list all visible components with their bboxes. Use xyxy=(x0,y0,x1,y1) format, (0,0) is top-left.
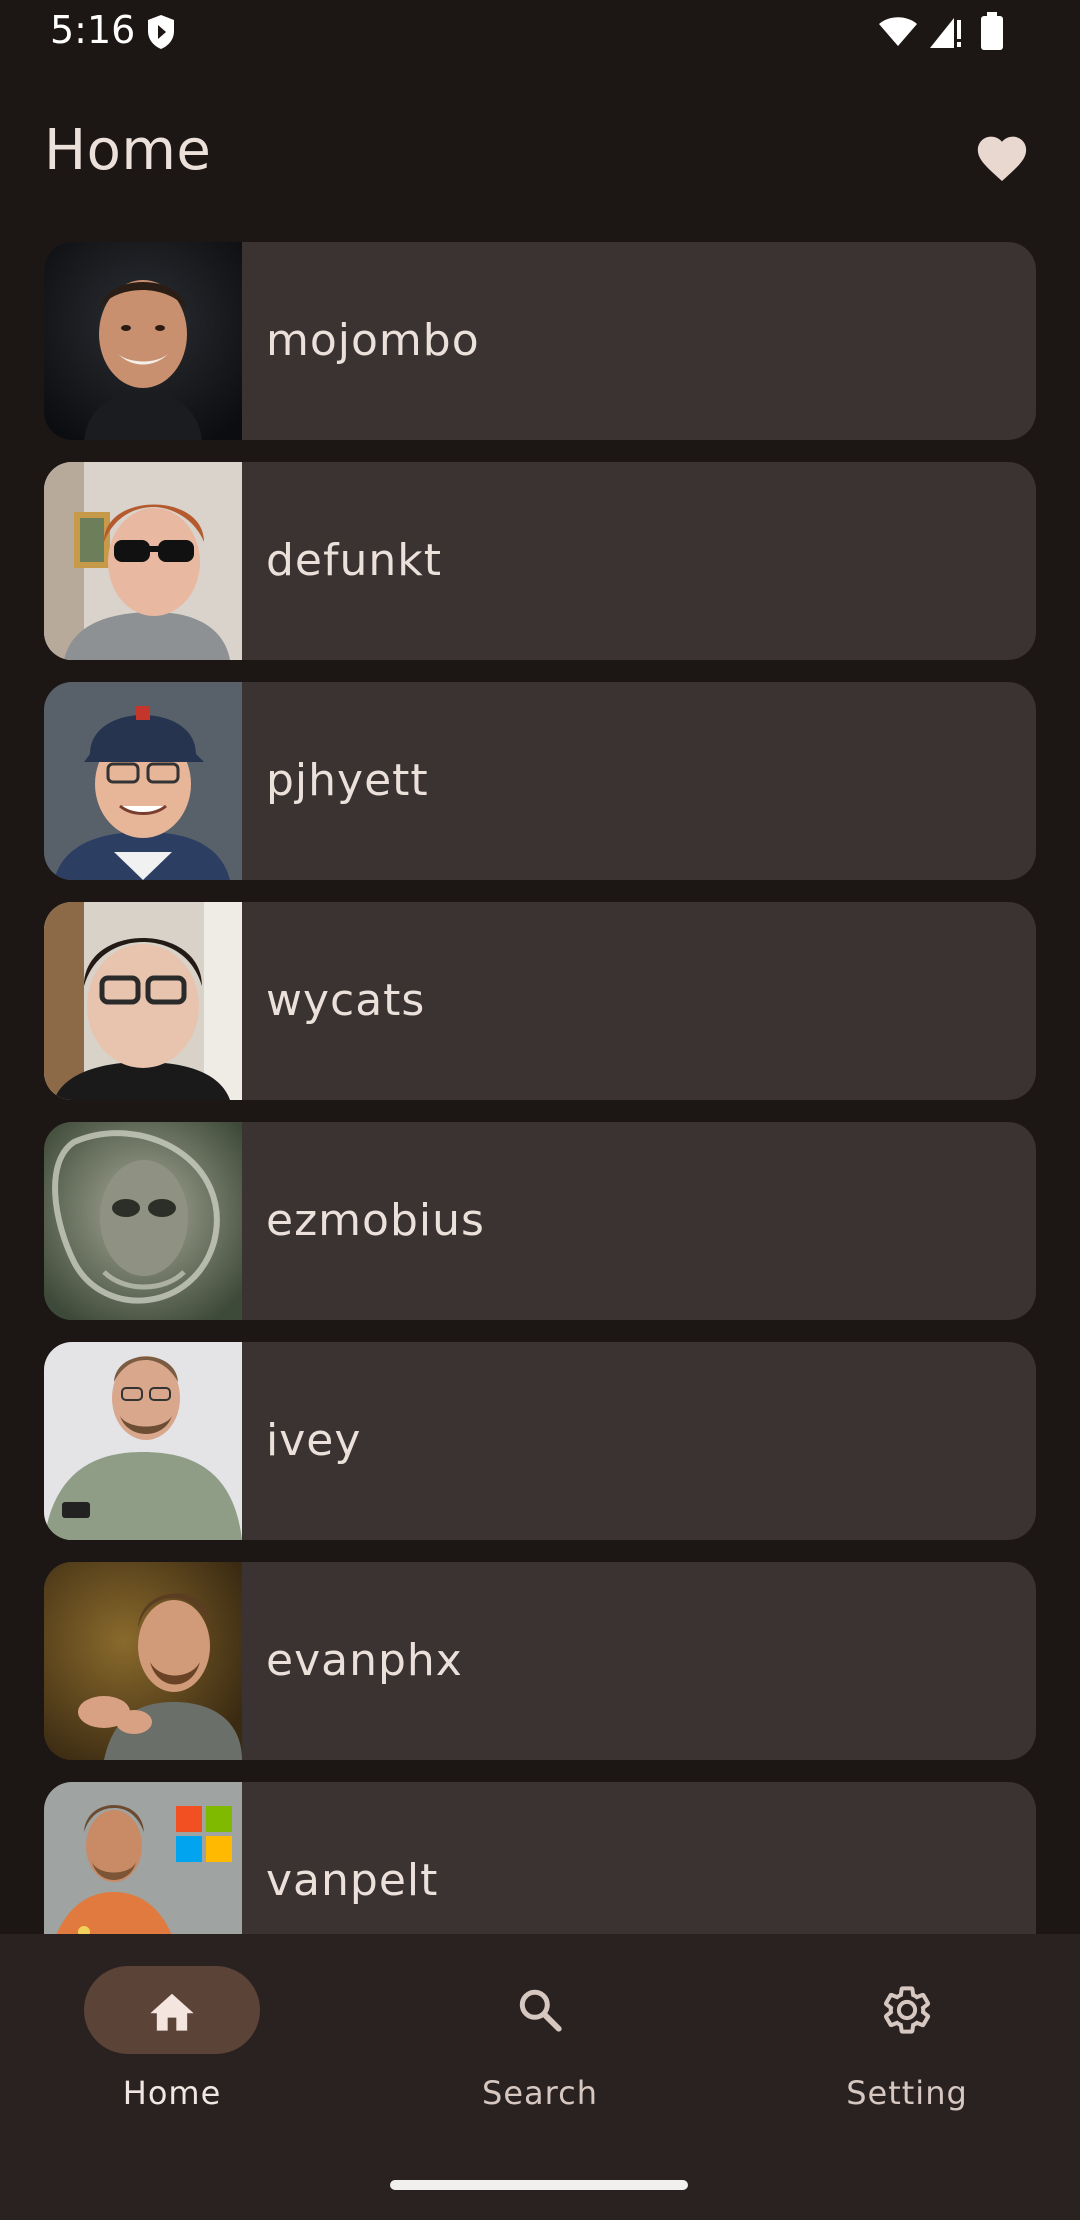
nav-item-home[interactable]: Home xyxy=(52,1966,292,2126)
user-login: defunkt xyxy=(266,535,442,586)
user-list[interactable]: mojombo defunkt pjhyett wycats ezmobius … xyxy=(44,242,1036,1934)
app-bar: Home xyxy=(0,100,1080,210)
search-icon xyxy=(519,1989,562,2032)
status-time: 5:16 xyxy=(50,8,136,52)
nav-item-setting[interactable]: Setting xyxy=(787,1966,1027,2126)
home-icon xyxy=(150,1993,194,2031)
user-card-ezmobius[interactable]: ezmobius xyxy=(44,1122,1036,1320)
nav-icon-container xyxy=(819,1966,995,2054)
avatar xyxy=(44,1782,242,1934)
status-bar: 5:16 xyxy=(0,0,1080,66)
gear-icon xyxy=(883,1986,931,2034)
user-login: mojombo xyxy=(266,315,480,366)
user-login: wycats xyxy=(266,975,426,1026)
avatar xyxy=(44,1562,242,1760)
gesture-bar[interactable] xyxy=(390,2180,688,2190)
wifi-icon xyxy=(879,17,917,46)
nav-active-indicator xyxy=(84,1966,260,2054)
user-card-pjhyett[interactable]: pjhyett xyxy=(44,682,1036,880)
avatar xyxy=(44,462,242,660)
avatar xyxy=(44,682,242,880)
battery-icon xyxy=(981,12,1003,50)
nav-icon-container xyxy=(452,1966,628,2054)
user-card-ivey[interactable]: ivey xyxy=(44,1342,1036,1540)
user-login: evanphx xyxy=(266,1635,463,1686)
nav-label-setting: Setting xyxy=(846,2074,968,2112)
user-card-defunkt[interactable]: defunkt xyxy=(44,462,1036,660)
nav-label-search: Search xyxy=(482,2074,598,2112)
avatar xyxy=(44,1342,242,1540)
avatar xyxy=(44,242,242,440)
avatar xyxy=(44,1122,242,1320)
heart-icon xyxy=(977,136,1027,182)
user-card-evanphx[interactable]: evanphx xyxy=(44,1562,1036,1760)
user-card-mojombo[interactable]: mojombo xyxy=(44,242,1036,440)
bottom-navigation: Home Search Setting xyxy=(0,1934,1080,2220)
shield-icon xyxy=(148,15,174,49)
user-login: vanpelt xyxy=(266,1855,439,1906)
nav-item-search[interactable]: Search xyxy=(420,1966,660,2126)
avatar xyxy=(44,902,242,1100)
nav-label-home: Home xyxy=(122,2074,222,2112)
signal-icon xyxy=(930,18,961,48)
page-title: Home xyxy=(44,118,212,183)
user-login: ivey xyxy=(266,1415,362,1466)
user-card-wycats[interactable]: wycats xyxy=(44,902,1036,1100)
user-login: pjhyett xyxy=(266,755,429,806)
favorites-button[interactable] xyxy=(966,120,1038,192)
user-login: ezmobius xyxy=(266,1195,485,1246)
user-card-vanpelt[interactable]: vanpelt xyxy=(44,1782,1036,1934)
